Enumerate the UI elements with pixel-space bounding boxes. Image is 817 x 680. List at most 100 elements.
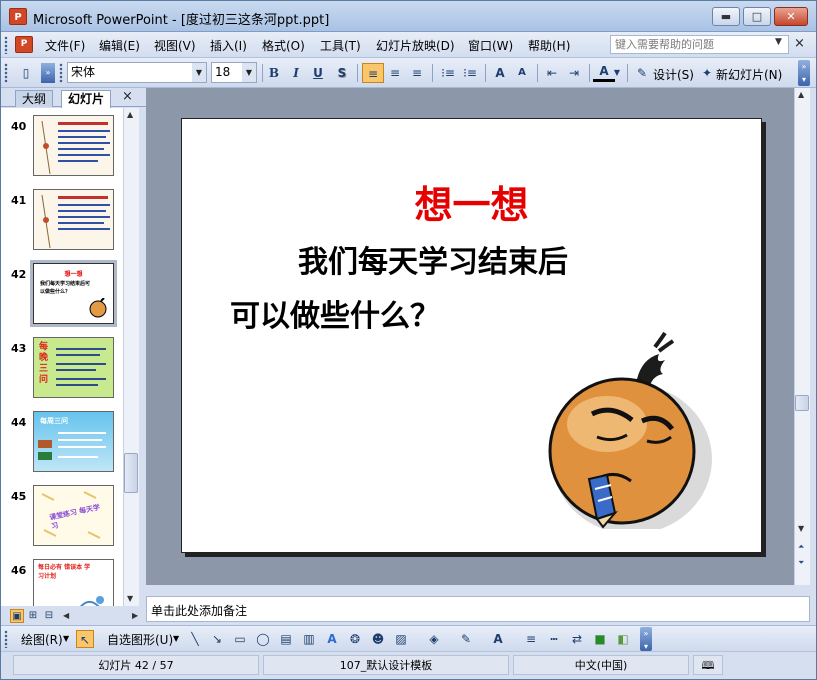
panel-close-icon[interactable]: ×	[122, 89, 133, 104]
slide-thumbnail-43[interactable]: 每晚三问	[33, 337, 114, 398]
align-right-icon[interactable]: ≡	[406, 63, 428, 83]
menu-file[interactable]: 文件(F)	[45, 37, 85, 54]
arrow-icon[interactable]: ↘	[208, 630, 226, 648]
new-slide-icon[interactable]: ✦	[698, 63, 716, 83]
shrink-font-icon[interactable]: A	[511, 63, 533, 83]
align-left-icon[interactable]: ≡	[362, 63, 384, 83]
rectangle-icon[interactable]: ▭	[231, 630, 249, 648]
menu-window[interactable]: 窗口(W)	[468, 37, 513, 54]
scrollbar-thumb[interactable]	[124, 453, 138, 493]
close-button[interactable]: ✕	[774, 7, 808, 26]
menu-insert[interactable]: 插入(I)	[210, 37, 247, 54]
slide-thumbnail-41[interactable]	[33, 189, 114, 250]
chevron-down-icon[interactable]: ▼	[612, 63, 622, 83]
normal-view-icon[interactable]: ▣	[10, 609, 24, 623]
scroll-up-icon[interactable]: ▲	[798, 90, 804, 99]
slide-thumbnail-40[interactable]	[33, 115, 114, 176]
maximize-button[interactable]: □	[743, 7, 771, 26]
scroll-down-icon[interactable]: ▼	[798, 524, 804, 533]
font-name-select[interactable]: 宋体 ▼	[67, 62, 207, 83]
chevron-down-icon[interactable]: ▼	[242, 63, 256, 82]
shadow-button[interactable]: S	[331, 63, 353, 83]
template-status[interactable]: 107_默认设计模板	[263, 655, 509, 675]
next-slide-icon[interactable]: ⏷	[798, 558, 804, 568]
line-color-icon[interactable]: ✎	[457, 630, 475, 648]
select-pointer-icon[interactable]: ↖	[76, 630, 94, 648]
toolbar-grip-icon[interactable]	[4, 630, 8, 648]
slide-thumbnail-44[interactable]: 每周三问	[33, 411, 114, 472]
spelling-status-icon[interactable]: 🕮	[693, 655, 723, 675]
fill-color-icon[interactable]: ◈	[425, 630, 443, 648]
design-button[interactable]: 设计(S)	[653, 66, 694, 83]
italic-button[interactable]: I	[285, 63, 307, 83]
shadow-style-icon[interactable]: ■	[591, 630, 609, 648]
decrease-indent-icon[interactable]: ⇤	[541, 63, 563, 83]
scroll-up-icon[interactable]: ▲	[127, 110, 133, 119]
menu-edit[interactable]: 编辑(E)	[99, 37, 140, 54]
toolbar-grip-icon[interactable]	[4, 63, 8, 83]
slide-thumbnail-45[interactable]: 课堂练习 每天学习	[33, 485, 114, 546]
tab-slides[interactable]: 幻灯片	[61, 90, 112, 108]
menu-format[interactable]: 格式(O)	[262, 37, 305, 54]
previous-slide-icon[interactable]: ⏶	[798, 542, 804, 552]
chevron-down-icon[interactable]: ▼	[192, 63, 206, 82]
increase-indent-icon[interactable]: ⇥	[563, 63, 585, 83]
slide-body-line-1[interactable]: 我们每天学习结束后	[298, 237, 568, 281]
slideshow-view-icon[interactable]: ⊟	[42, 609, 56, 623]
chevron-down-icon[interactable]: ▼	[63, 634, 69, 643]
scrollbar-thumb[interactable]	[795, 395, 809, 411]
draw-menu-button[interactable]: 绘图(R)	[21, 631, 63, 648]
toolbar-options-icon[interactable]: » ▾	[640, 627, 652, 651]
document-icon[interactable]: P	[15, 36, 33, 53]
line-icon[interactable]: ╲	[186, 630, 204, 648]
picture-icon[interactable]: ▨	[392, 630, 410, 648]
notes-pane[interactable]: 单击此处添加备注	[146, 596, 810, 622]
scroll-right-icon[interactable]: ▶	[132, 611, 138, 620]
help-search-input[interactable]: 键入需要帮助的问题	[610, 35, 789, 54]
powerpoint-app-icon[interactable]: P	[9, 8, 27, 25]
vertical-textbox-icon[interactable]: ▥	[300, 630, 318, 648]
chevron-down-icon[interactable]: ▼	[173, 634, 179, 643]
slide-sorter-icon[interactable]: ⊞	[26, 609, 40, 623]
thinking-mascot-image[interactable]	[537, 329, 717, 529]
textbox-icon[interactable]: ▤	[277, 630, 295, 648]
slide-scrollbar[interactable]: ▲ ▼ ⏶ ⏷	[794, 88, 810, 585]
toolbar-grip-icon[interactable]	[59, 63, 63, 83]
font-color-icon[interactable]: A	[489, 630, 507, 648]
bold-button[interactable]: B	[263, 63, 285, 83]
toolbar-grip-icon[interactable]	[4, 36, 8, 54]
slide-thumbnail-42[interactable]: 想一想 我们每天学习结束后可以做些什么？	[30, 260, 117, 327]
autoshapes-button[interactable]: 自选图形(U)	[107, 631, 173, 648]
dash-style-icon[interactable]: ┅	[545, 630, 563, 648]
line-style-icon[interactable]: ≡	[522, 630, 540, 648]
design-icon[interactable]: ✎	[632, 63, 652, 83]
arrow-style-icon[interactable]: ⇄	[568, 630, 586, 648]
slide-title[interactable]: 想一想	[182, 174, 761, 229]
oval-icon[interactable]: ◯	[254, 630, 272, 648]
notes-splitter[interactable]	[146, 585, 810, 596]
wordart-icon[interactable]: A	[323, 630, 341, 648]
menu-view[interactable]: 视图(V)	[154, 37, 196, 54]
align-center-icon[interactable]: ≡	[384, 63, 406, 83]
menu-tools[interactable]: 工具(T)	[320, 37, 361, 54]
current-slide[interactable]: 想一想 我们每天学习结束后 可以做些什么？	[181, 118, 762, 553]
scroll-down-icon[interactable]: ▼	[127, 594, 133, 603]
notes-placeholder[interactable]: 单击此处添加备注	[151, 602, 247, 619]
numbering-icon[interactable]: ⁝≡	[437, 63, 459, 83]
new-slide-button[interactable]: 新幻灯片(N)	[716, 66, 782, 83]
diagram-icon[interactable]: ❂	[346, 630, 364, 648]
menu-help[interactable]: 帮助(H)	[528, 37, 570, 54]
thumbnail-scrollbar[interactable]: ▲ ▼	[123, 108, 139, 606]
bullets-icon[interactable]: ⁝≡	[459, 63, 481, 83]
slide-thumbnail-46[interactable]: 每日必有 错误本 学习计划	[33, 559, 114, 606]
scroll-left-icon[interactable]: ◀	[63, 611, 69, 620]
3d-style-icon[interactable]: ◧	[614, 630, 632, 648]
underline-button[interactable]: U	[307, 63, 329, 83]
font-size-select[interactable]: 18 ▼	[211, 62, 257, 83]
new-document-icon[interactable]: ▯	[15, 63, 37, 83]
minimize-button[interactable]: ▬	[712, 7, 740, 26]
menu-slideshow[interactable]: 幻灯片放映(D)	[376, 37, 455, 54]
toolbar-overflow-icon[interactable]: »	[41, 63, 55, 83]
grow-font-icon[interactable]: A	[489, 63, 511, 83]
toolbar-options-icon[interactable]: » ▾	[798, 60, 810, 86]
